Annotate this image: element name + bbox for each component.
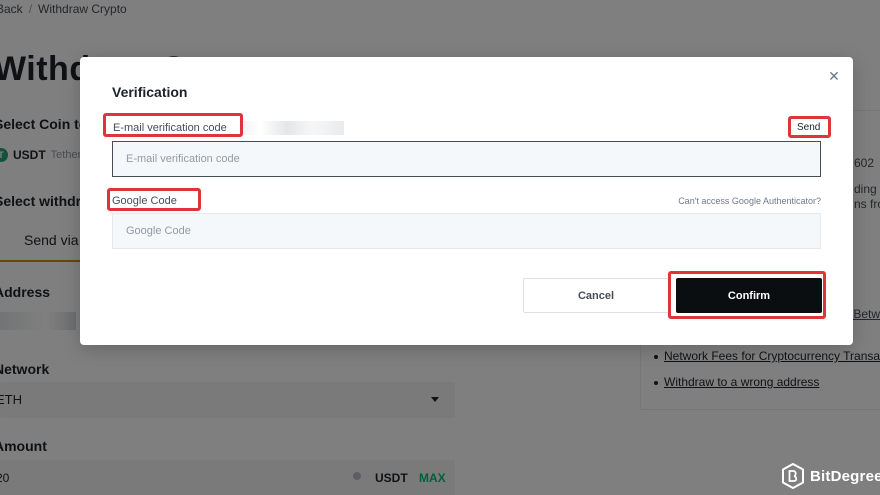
- email-code-label: E-mail verification code: [113, 122, 227, 134]
- send-code-button[interactable]: Send: [797, 122, 820, 133]
- google-code-input[interactable]: [112, 213, 821, 249]
- google-code-label: Google Code: [112, 195, 177, 207]
- watermark-text: BitDegree: [810, 467, 880, 485]
- bitdegree-logo-icon: [782, 463, 804, 489]
- close-icon[interactable]: ✕: [827, 69, 841, 83]
- bitdegree-watermark: BitDegree: [782, 463, 880, 489]
- confirm-button[interactable]: Confirm: [676, 278, 822, 313]
- masked-email-address: [240, 121, 344, 135]
- modal-title: Verification: [112, 84, 188, 100]
- email-code-input[interactable]: [112, 141, 821, 177]
- cancel-button[interactable]: Cancel: [523, 278, 669, 313]
- verification-modal: Verification ✕ E-mail verification code …: [80, 57, 853, 345]
- cant-access-authenticator-link[interactable]: Can't access Google Authenticator?: [678, 196, 821, 206]
